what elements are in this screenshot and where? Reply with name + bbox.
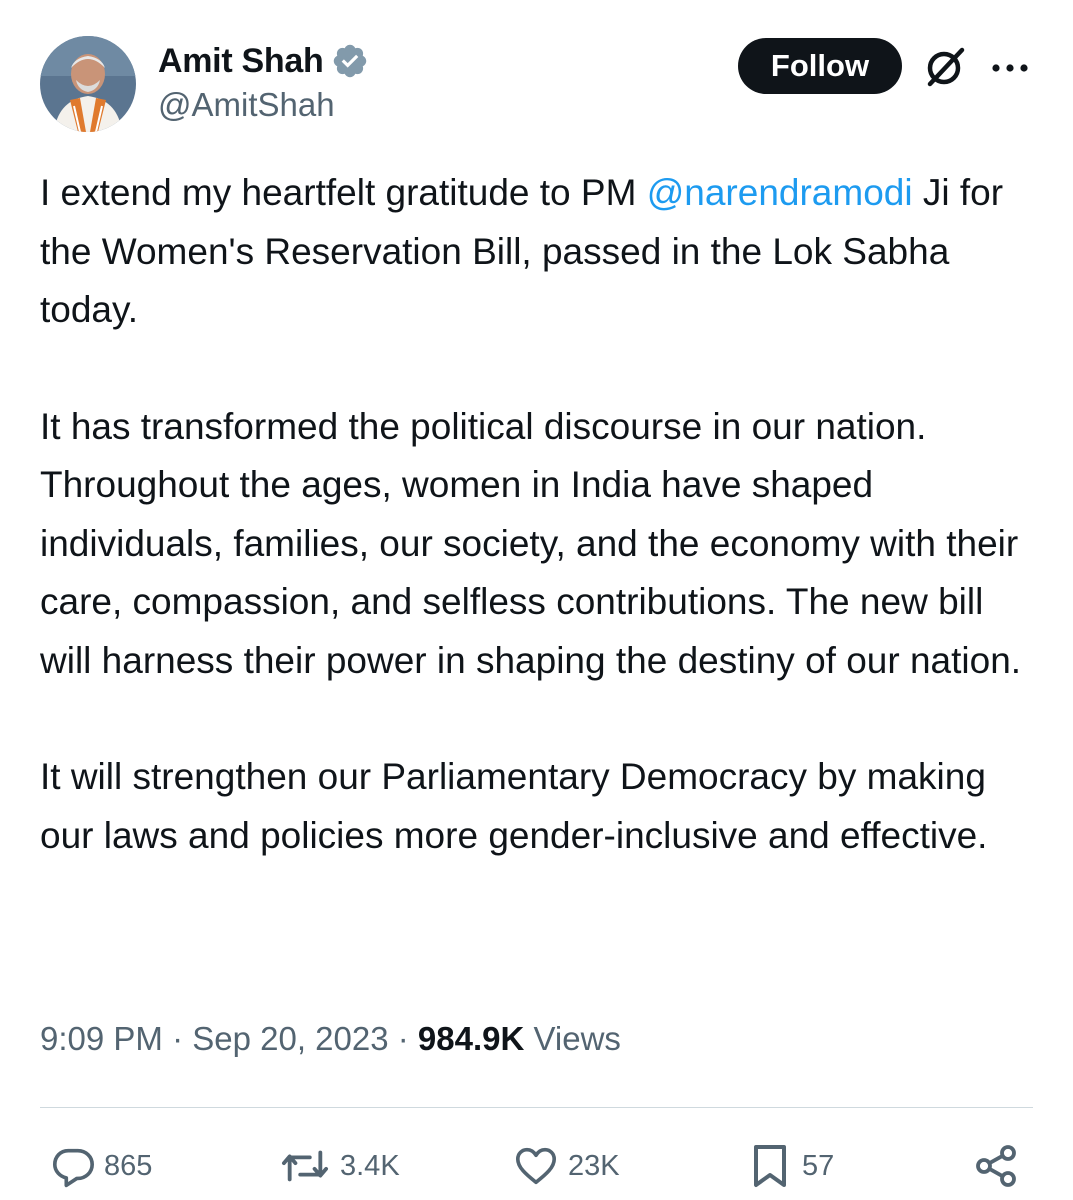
tweet-header: Amit Shah @AmitShah Follow xyxy=(40,36,1033,136)
views-count: 984.9K xyxy=(417,1020,525,1057)
repost-icon xyxy=(278,1143,332,1189)
action-bar: 865 3.4K 23K 57 xyxy=(40,1138,1033,1194)
follow-button[interactable]: Follow xyxy=(738,38,902,94)
divider xyxy=(40,1107,1033,1108)
share-button[interactable] xyxy=(972,1138,1020,1194)
tweet-text-segment: I extend my heartfelt gratitude to PM xyxy=(40,172,647,213)
tweet-paragraph: I extend my heartfelt gratitude to PM @n… xyxy=(40,164,1040,340)
mention-link[interactable]: @narendramodi xyxy=(647,172,913,213)
more-options-icon[interactable] xyxy=(990,54,1030,82)
verified-badge-icon[interactable] xyxy=(331,42,369,80)
repost-button[interactable]: 3.4K xyxy=(278,1138,400,1194)
views-label: Views xyxy=(524,1020,621,1057)
tweet-paragraph: It has transformed the political discour… xyxy=(40,405,1022,681)
reply-count: 865 xyxy=(104,1149,153,1182)
grok-icon[interactable] xyxy=(922,44,968,90)
share-icon xyxy=(972,1142,1020,1190)
bookmark-count: 57 xyxy=(802,1149,835,1182)
reply-icon xyxy=(50,1143,96,1189)
author-handle[interactable]: @AmitShah xyxy=(158,86,369,124)
author-info: Amit Shah @AmitShah xyxy=(158,38,369,124)
bookmark-button[interactable]: 57 xyxy=(746,1138,834,1194)
tweet-paragraph: It will strengthen our Parliamentary Dem… xyxy=(40,756,988,856)
like-icon xyxy=(512,1143,560,1189)
tweet-time[interactable]: 9:09 PM xyxy=(40,1020,163,1057)
reply-button[interactable]: 865 xyxy=(50,1138,152,1194)
repost-count: 3.4K xyxy=(340,1149,400,1182)
meta-separator: · xyxy=(162,1020,193,1057)
tweet-text: I extend my heartfelt gratitude to PM @n… xyxy=(40,164,1040,923)
like-button[interactable]: 23K xyxy=(512,1138,620,1194)
bookmark-icon xyxy=(746,1141,794,1191)
tweet-metadata: 9:09 PM · Sep 20, 2023 · 984.9K Views xyxy=(40,1020,621,1058)
name-row: Amit Shah xyxy=(158,38,369,84)
avatar[interactable] xyxy=(40,36,136,132)
tweet-date[interactable]: Sep 20, 2023 xyxy=(192,1020,388,1057)
meta-separator: · xyxy=(388,1020,418,1057)
author-display-name[interactable]: Amit Shah xyxy=(158,42,324,81)
like-count: 23K xyxy=(568,1149,620,1182)
